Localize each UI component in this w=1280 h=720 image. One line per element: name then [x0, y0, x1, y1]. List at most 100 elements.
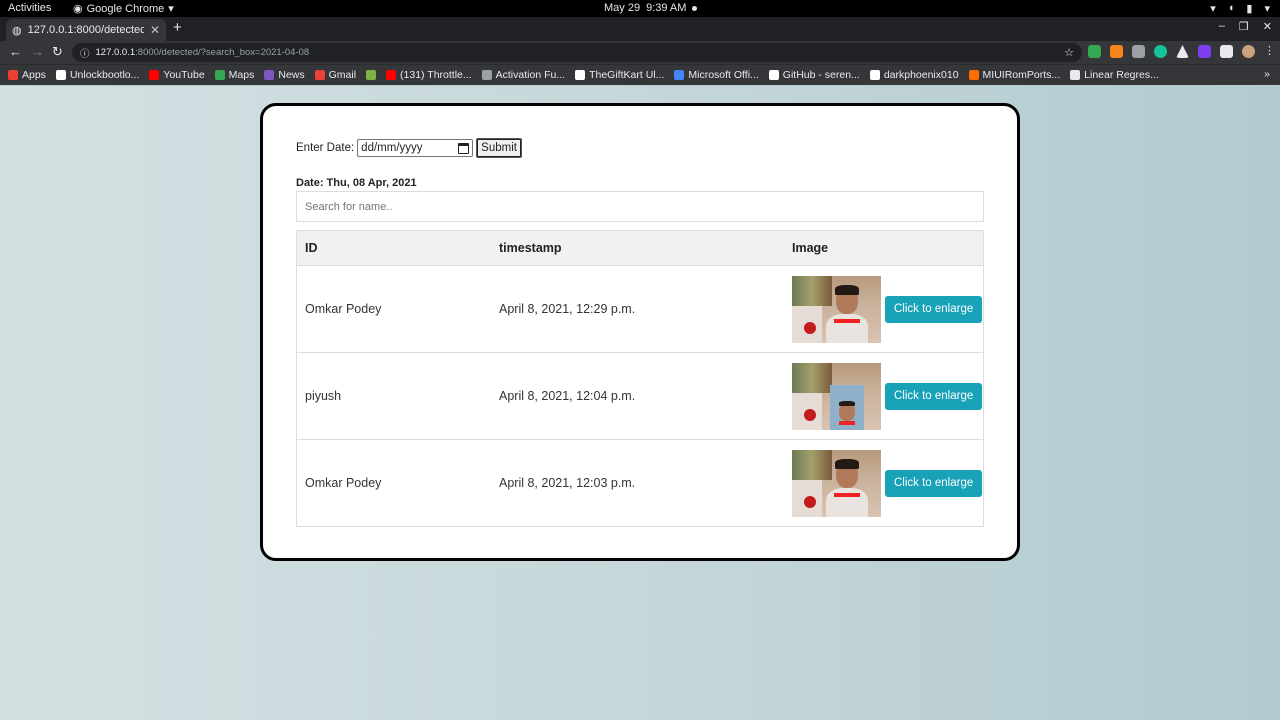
- date-input[interactable]: dd/mm/yyyy: [357, 139, 474, 157]
- clock[interactable]: May 29 9:39 AM: [604, 2, 698, 14]
- bookmark-star-icon[interactable]: ☆: [1064, 46, 1074, 59]
- table-row: piyush April 8, 2021, 12:04 p.m. Click t…: [297, 353, 983, 440]
- bookmark-label: darkphoenix010: [883, 69, 959, 81]
- date-heading: Date: Thu, 08 Apr, 2021: [296, 177, 417, 189]
- bookmark-item[interactable]: Apps: [8, 69, 46, 81]
- bookmark-item[interactable]: Gmail: [314, 69, 357, 81]
- puzzle-extensions-icon[interactable]: [1220, 45, 1233, 58]
- table-header: ID timestamp Image: [297, 231, 983, 266]
- calendar-icon[interactable]: [458, 142, 470, 154]
- bookmark-item[interactable]: Unlockbootlo...: [55, 69, 140, 81]
- bookmark-favicon-icon: [264, 70, 275, 80]
- forward-icon[interactable]: →: [31, 44, 44, 59]
- bookmark-favicon-icon: [674, 70, 685, 80]
- bookmark-favicon-icon: [149, 70, 160, 80]
- chrome-icon: ◉: [73, 3, 83, 15]
- table-row: Omkar Podey April 8, 2021, 12:03 p.m. Cl…: [297, 440, 983, 526]
- tab-title: 127.0.0.1:8000/detected/?: [27, 24, 144, 36]
- bookmark-favicon-icon: [481, 70, 492, 80]
- bookmarks-bar: Apps Unlockbootlo... YouTube Maps News Gmail (…: [0, 64, 1280, 85]
- volume-icon: ◖: [1227, 2, 1235, 14]
- detection-thumbnail[interactable]: [792, 362, 881, 430]
- row-timestamp: April 8, 2021, 12:04 p.m.: [499, 389, 636, 403]
- purple-extension-icon[interactable]: [1198, 45, 1211, 58]
- enlarge-button[interactable]: Click to enlarge: [885, 382, 983, 410]
- row-id: Omkar Podey: [305, 476, 382, 490]
- reload-icon[interactable]: ↻: [52, 44, 63, 60]
- bookmark-label: YouTube: [163, 69, 205, 81]
- extensions-area: ⋮: [1088, 45, 1275, 58]
- bookmark-item[interactable]: News: [264, 69, 305, 81]
- minimize-icon[interactable]: –: [1219, 20, 1225, 33]
- bookmark-item[interactable]: YouTube: [149, 69, 205, 81]
- detection-thumbnail[interactable]: [792, 275, 881, 343]
- enlarge-button[interactable]: Click to enlarge: [885, 469, 983, 497]
- bookmark-item[interactable]: Microsoft Offi...: [674, 69, 759, 81]
- bookmark-label: News: [278, 69, 305, 81]
- battery-icon: ▮: [1246, 3, 1253, 15]
- bookmark-favicon-icon: [386, 70, 397, 80]
- bookmark-label: Gmail: [328, 69, 357, 81]
- shield-extension-icon[interactable]: [1088, 45, 1101, 58]
- restore-icon[interactable]: ❐: [1239, 20, 1249, 33]
- bookmark-item[interactable]: Maps: [214, 69, 255, 81]
- activities-button[interactable]: Activities: [8, 2, 51, 14]
- app-menu-label: Google Chrome: [86, 2, 165, 15]
- row-timestamp: April 8, 2021, 12:29 p.m.: [499, 302, 636, 316]
- bookmark-item[interactable]: Linear Regres...: [1070, 69, 1159, 81]
- notification-dot-icon: [692, 5, 698, 11]
- bookmark-favicon-icon: [869, 70, 880, 80]
- bookmark-item[interactable]: MIUIRomPorts...: [968, 69, 1061, 81]
- bookmark-item[interactable]: darkphoenix010: [869, 69, 959, 81]
- row-id: piyush: [305, 389, 342, 403]
- bookmark-item[interactable]: GitHub - seren...: [768, 69, 860, 81]
- content-card: Enter Date: dd/mm/yyyy Submit Date: Thu,…: [260, 103, 1020, 561]
- site-info-icon[interactable]: ⓘ: [80, 46, 90, 60]
- tab-close-icon[interactable]: ✕: [150, 23, 160, 37]
- triangle-extension-icon[interactable]: [1176, 45, 1189, 58]
- system-tray[interactable]: ▾ ◖ ▮ ▾: [1210, 2, 1270, 15]
- header-id: ID: [305, 241, 318, 255]
- address-bar[interactable]: ⓘ 127.0.0.1:8000/detected/?search_box=20…: [72, 43, 1082, 62]
- bookmark-label: TheGiftKart Ul...: [589, 69, 665, 81]
- new-tab-icon[interactable]: +: [173, 19, 182, 36]
- bookmark-label: Activation Fu...: [495, 69, 566, 81]
- close-window-icon[interactable]: ✕: [1263, 20, 1272, 33]
- bookmark-favicon-icon: [768, 70, 779, 80]
- back-icon[interactable]: ←: [9, 44, 22, 59]
- more-bookmarks-icon[interactable]: »: [1264, 68, 1270, 80]
- bookmark-label: Linear Regres...: [1084, 69, 1159, 81]
- caret-down-icon: ▾: [168, 3, 174, 15]
- tab-strip: ◍ 127.0.0.1:8000/detected/? ✕ + – ❐ ✕: [0, 17, 1280, 41]
- bookmark-item[interactable]: Activation Fu...: [481, 69, 566, 81]
- detections-table: ID timestamp Image Omkar Podey April 8, …: [296, 230, 984, 527]
- bookmark-item[interactable]: [366, 70, 377, 80]
- bookmark-favicon-icon: [55, 70, 66, 80]
- table-row: Omkar Podey April 8, 2021, 12:29 p.m. Cl…: [297, 266, 983, 353]
- row-image-cell: Click to enlarge: [784, 275, 983, 343]
- bookmark-favicon-icon: [968, 70, 979, 80]
- app-menu[interactable]: ◉ Google Chrome ▾: [73, 2, 174, 16]
- bookmark-label: MIUIRomPorts...: [982, 69, 1061, 81]
- bookmark-label: Microsoft Offi...: [688, 69, 759, 81]
- submit-button[interactable]: Submit: [476, 138, 522, 158]
- bookmark-item[interactable]: (131) Throttle...: [386, 69, 472, 81]
- bookmark-label: Maps: [228, 69, 255, 81]
- detection-thumbnail[interactable]: [792, 449, 881, 517]
- metamask-extension-icon[interactable]: [1110, 45, 1123, 58]
- power-menu-icon: ▾: [1264, 3, 1270, 15]
- bookmark-favicon-icon: [1070, 70, 1081, 80]
- tab-detected[interactable]: ◍ 127.0.0.1:8000/detected/? ✕: [6, 19, 166, 41]
- document-extension-icon[interactable]: [1132, 45, 1145, 58]
- bookmark-label: GitHub - seren...: [782, 69, 860, 81]
- chrome-menu-icon[interactable]: ⋮: [1264, 45, 1275, 58]
- profile-avatar-icon[interactable]: [1242, 45, 1255, 58]
- search-input[interactable]: Search for name..: [296, 191, 984, 222]
- row-image-cell: Click to enlarge: [784, 362, 983, 430]
- grammarly-extension-icon[interactable]: [1154, 45, 1167, 58]
- header-image: Image: [792, 241, 829, 255]
- bookmark-label: Unlockbootlo...: [69, 69, 140, 81]
- bookmark-item[interactable]: TheGiftKart Ul...: [575, 69, 664, 81]
- wifi-icon: ▾: [1210, 3, 1216, 15]
- enlarge-button[interactable]: Click to enlarge: [885, 295, 983, 323]
